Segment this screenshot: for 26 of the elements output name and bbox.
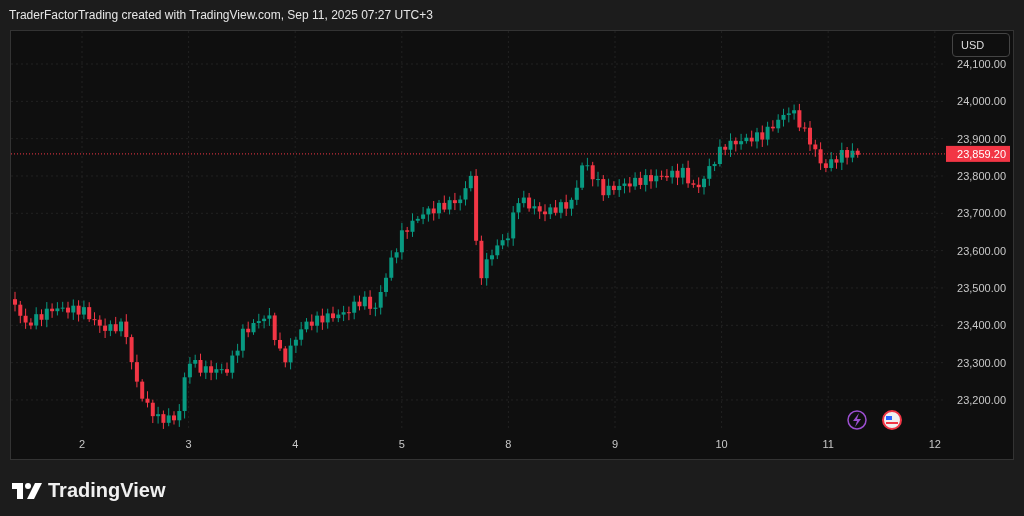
last-price-label: 23,859.20 — [946, 145, 1010, 162]
price-axis-label: 24,100.00 — [957, 58, 1006, 70]
lightning-icon[interactable] — [847, 410, 867, 430]
price-axis-label: 23,600.00 — [957, 244, 1006, 257]
time-axis-label: 4 — [292, 438, 299, 450]
price-axis-label: 23,900.00 — [957, 132, 1006, 145]
price-axis-label: 23,300.00 — [957, 356, 1006, 369]
price-axis-label: 23,400.00 — [957, 319, 1006, 332]
time-axis-label: 3 — [185, 438, 192, 450]
time-axis-label: 11 — [822, 438, 834, 450]
price-axis-label: 23,800.00 — [957, 170, 1006, 182]
flag-icon[interactable] — [882, 410, 902, 430]
logo-icon — [12, 482, 42, 499]
price-axis-label: 24,000.00 — [957, 95, 1006, 108]
time-axis-label: 8 — [505, 438, 512, 450]
time-axis-label: 9 — [611, 438, 619, 450]
brand-name: TradingView — [48, 479, 166, 502]
price-axis-label: 23,200.00 — [957, 393, 1006, 406]
time-axis-label: 5 — [398, 438, 405, 450]
price-axis-label: 23,700.00 — [957, 207, 1006, 220]
time-axis-label: 10 — [715, 438, 728, 450]
currency-button[interactable]: USD — [952, 33, 1010, 57]
time-axis-label: 12 — [928, 438, 941, 450]
price-axis-label: 23,500.00 — [957, 282, 1006, 294]
time-axis-label: 2 — [78, 438, 86, 450]
chart-caption: TraderFactorTrading created with TradingView.com, Sep 11, 2025 07:27 UTC+3 — [9, 8, 433, 22]
